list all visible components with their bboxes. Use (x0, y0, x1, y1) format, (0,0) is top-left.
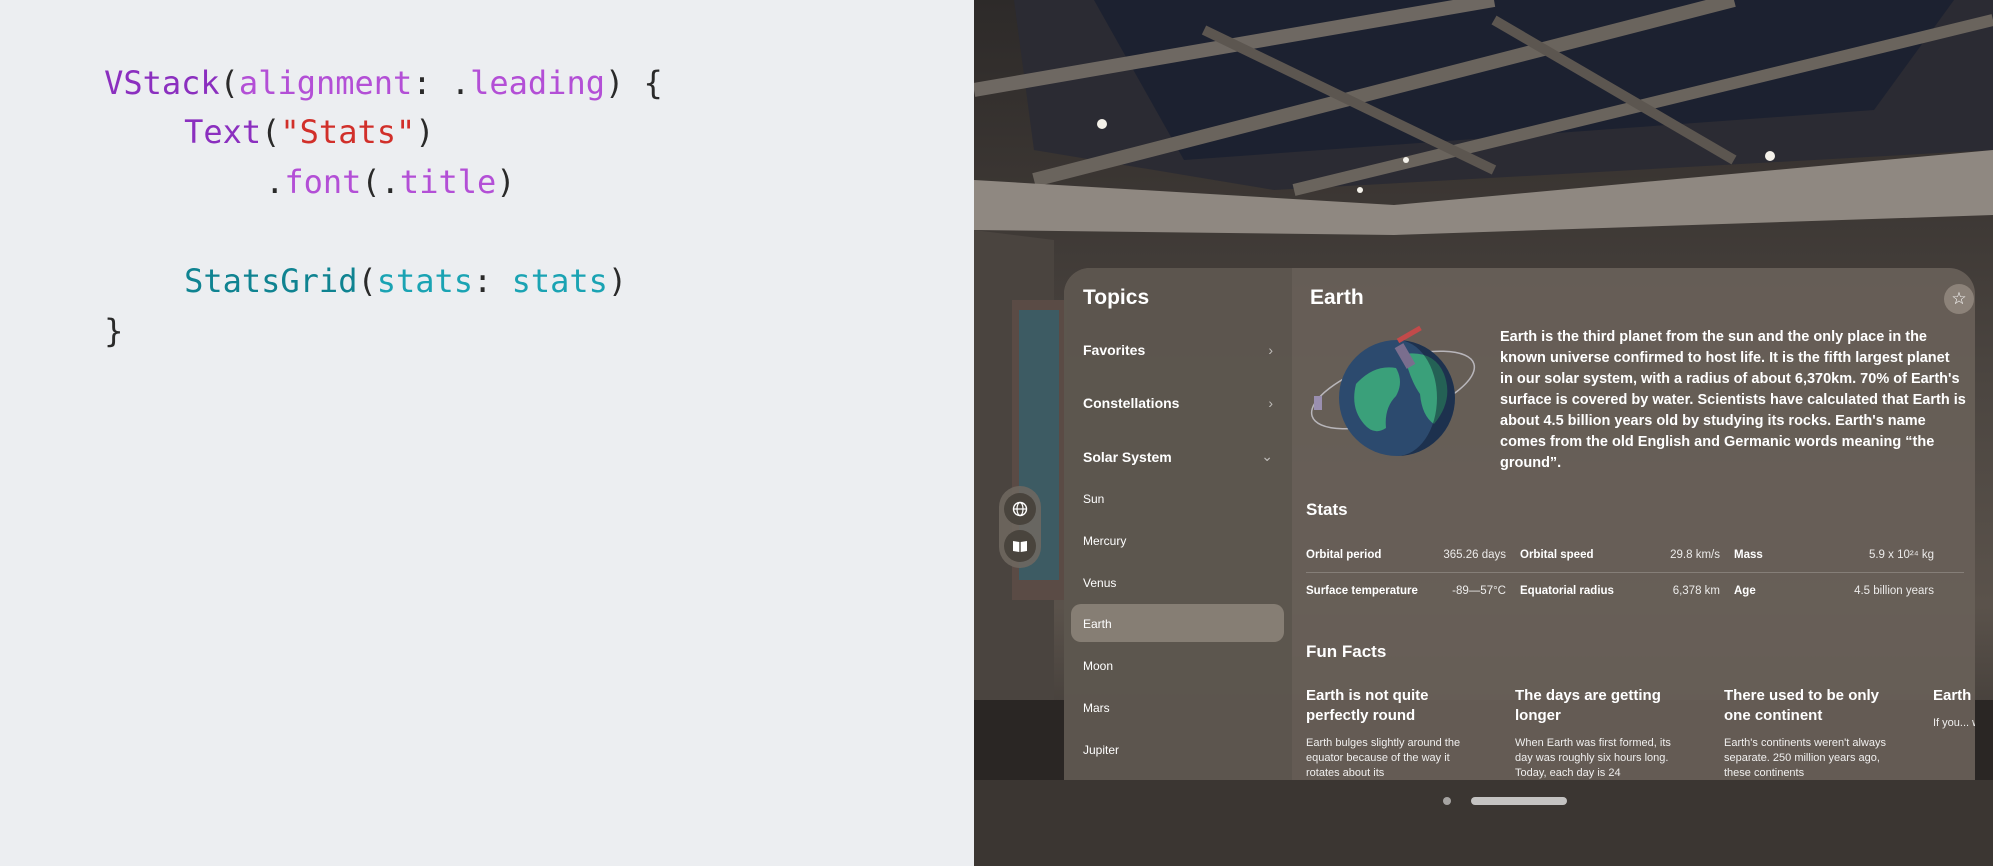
sidebar-section-solar-system[interactable]: Solar System ⌄ (1083, 448, 1273, 465)
sidebar-item-jupiter[interactable]: Jupiter (1083, 743, 1119, 757)
chevron-down-icon: ⌄ (1261, 448, 1273, 464)
fun-fact-body: When Earth was first formed, its day was… (1515, 737, 1671, 779)
topics-window: Topics Favorites › Constellations › Sola… (1064, 268, 1975, 780)
fun-fact-title: The days are getting longer (1515, 687, 1661, 724)
stat-value: 6,378 km (1672, 585, 1720, 597)
favorite-button[interactable]: ☆ (1944, 284, 1974, 314)
stat-value: 5.9 x 10²⁴ kg (1868, 549, 1934, 561)
globe-button[interactable] (1004, 493, 1036, 525)
code-token: stats (511, 262, 608, 300)
code-token: ) { (604, 64, 663, 102)
fun-fact-card[interactable]: Earth is not quite perfectly round Earth… (1306, 686, 1476, 780)
window-close-dot[interactable] (1443, 797, 1451, 805)
stats-title: Stats (1306, 500, 1348, 519)
code-token: leading (470, 64, 605, 102)
sidebar-section-constellations[interactable]: Constellations › (1083, 395, 1273, 411)
stat-value: -89—57°C (1452, 585, 1506, 597)
stat-surface-temperature: Surface temperature -89—57°C (1306, 585, 1506, 597)
sidebar-item-mercury[interactable]: Mercury (1083, 534, 1126, 548)
sidebar-title: Topics (1083, 286, 1150, 309)
earth-globe-illustration (1304, 324, 1482, 475)
stat-value: 365.26 days (1443, 549, 1506, 561)
globe-icon (1012, 501, 1028, 517)
stat-label: Orbital speed (1520, 549, 1594, 561)
stat-label: Equatorial radius (1520, 585, 1614, 597)
sidebar-section-favorites[interactable]: Favorites › (1083, 342, 1273, 358)
code-token: ) (496, 163, 516, 201)
stat-age: Age 4.5 billion years (1734, 585, 1934, 597)
code-line-5: } (27, 271, 123, 391)
sidebar-section-label: Constellations (1083, 395, 1180, 411)
sidebar-section-label: Solar System (1083, 448, 1172, 465)
code-token: ) (607, 262, 628, 300)
fun-fact-title: There used to be only one continent (1724, 687, 1880, 724)
code-token: } (104, 312, 124, 350)
code-editor-pane: VStack(alignment: .leading) { Text("Stat… (0, 0, 974, 866)
detail-title: Earth (1310, 286, 1364, 309)
stat-value: 29.8 km/s (1670, 549, 1720, 561)
fun-fact-card[interactable]: The days are getting longer When Earth w… (1515, 686, 1685, 780)
stat-label: Surface temperature (1306, 585, 1418, 597)
planet-description: Earth is the third planet from the sun a… (1500, 329, 1966, 471)
code-token: stats (376, 262, 474, 300)
sidebar-item-earth[interactable]: Earth (1083, 617, 1112, 631)
chevron-right-icon: › (1268, 395, 1273, 411)
sidebar-item-venus[interactable]: Venus (1083, 576, 1116, 590)
fun-fact-body: Earth's continents weren't always separa… (1724, 737, 1886, 779)
code-token: title (399, 163, 497, 201)
stat-label: Mass (1734, 549, 1763, 561)
code-token: (. (361, 163, 400, 201)
sidebar-section-label: Favorites (1083, 342, 1146, 358)
stat-orbital-speed: Orbital speed 29.8 km/s (1520, 549, 1720, 561)
fun-fact-body: Earth bulges slightly around the equator… (1306, 737, 1461, 779)
code-token: font (284, 163, 362, 201)
stat-value: 4.5 billion years (1854, 585, 1934, 597)
sidebar-item-moon[interactable]: Moon (1083, 659, 1113, 673)
fun-fact-title: Earth is close to 1 (1933, 687, 1975, 704)
fun-facts-title: Fun Facts (1306, 642, 1387, 661)
stat-orbital-period: Orbital period 365.26 days (1306, 549, 1506, 561)
stat-label: Orbital period (1306, 549, 1382, 561)
sidebar-item-sun[interactable]: Sun (1083, 492, 1104, 506)
code-token: StatsGrid (184, 262, 358, 300)
star-icon: ☆ (1951, 289, 1967, 308)
fun-fact-body: If you... where... fa... (1933, 717, 1975, 729)
sidebar-item-mars[interactable]: Mars (1083, 701, 1110, 715)
window-grabber-bar[interactable] (1471, 797, 1567, 805)
stats-divider (1306, 572, 1964, 573)
ornament-toolbar (999, 486, 1041, 568)
code-token: . (265, 163, 285, 201)
stat-mass: Mass 5.9 x 10²⁴ kg (1734, 549, 1934, 561)
book-icon (1013, 541, 1027, 552)
fun-fact-card[interactable]: Earth is close to 1 If you... where... f… (1933, 686, 1975, 731)
fun-fact-title: Earth is not quite perfectly round (1306, 687, 1429, 724)
stat-label: Age (1734, 585, 1756, 597)
sidebar: Topics Favorites › Constellations › Sola… (1064, 268, 1292, 780)
stat-equatorial-radius: Equatorial radius 6,378 km (1520, 585, 1720, 597)
chevron-right-icon: › (1268, 342, 1273, 358)
detail-pane: Earth ☆ Earth is the third planet from t… (1292, 268, 1975, 780)
fun-fact-card[interactable]: There used to be only one continent Eart… (1724, 686, 1894, 780)
code-line-4: StatsGrid(stats: stats) (107, 221, 627, 341)
code-token: ( (357, 262, 377, 300)
code-token: : (473, 262, 512, 300)
book-button[interactable] (1004, 530, 1036, 562)
